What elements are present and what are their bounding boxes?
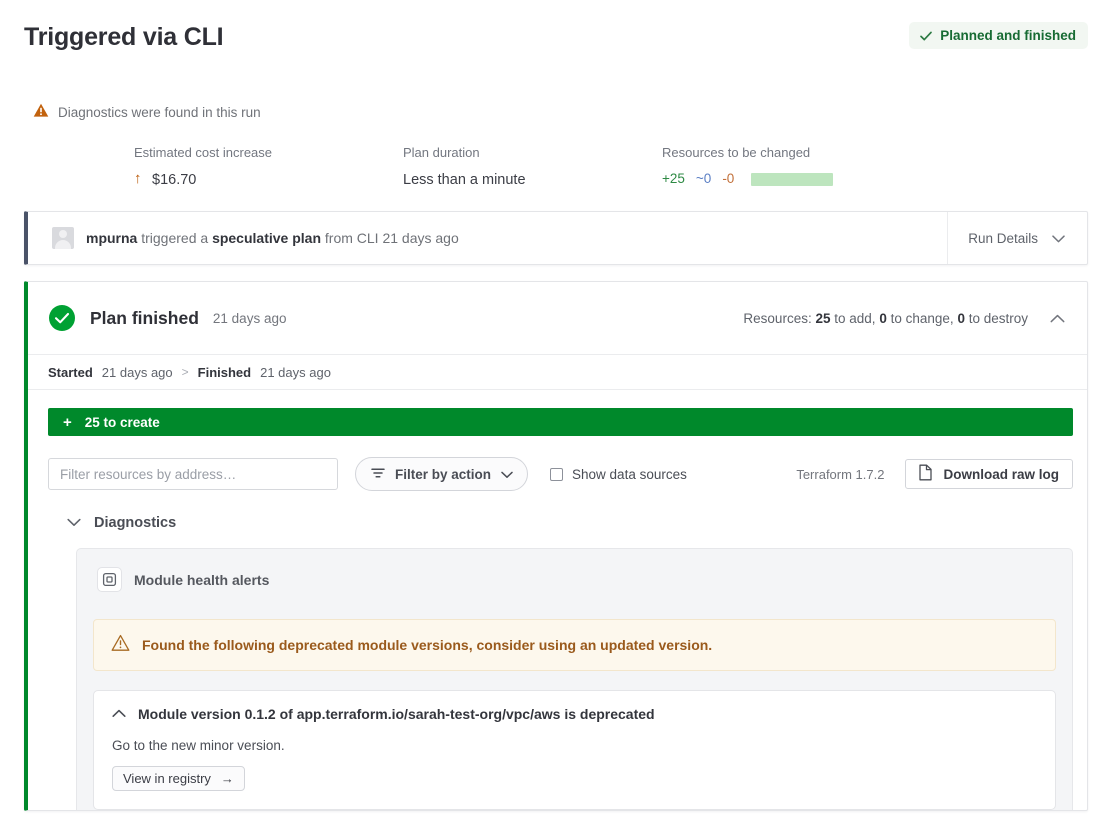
status-badge-label: Planned and finished: [940, 28, 1076, 43]
deprecation-warning-banner: Found the following deprecated module ve…: [93, 619, 1056, 671]
terraform-version-label: Terraform 1.7.2: [796, 467, 884, 482]
chevron-down-icon: [67, 514, 81, 532]
avatar: [52, 227, 74, 249]
diagnostics-panel: Module health alerts Found the following…: [76, 548, 1073, 811]
filter-by-action-label: Filter by action: [395, 467, 491, 482]
run-details-toggle[interactable]: Run Details: [947, 212, 1087, 264]
trigger-verb: triggered a: [141, 230, 208, 246]
metric-value: Less than a minute: [403, 168, 526, 192]
plan-destroy-suffix: to destroy: [969, 311, 1028, 326]
warning-triangle-icon: [33, 103, 49, 121]
deprecation-description: Go to the new minor version.: [112, 738, 1037, 753]
download-raw-log-label: Download raw log: [943, 467, 1059, 482]
run-page: Triggered via CLI Planned and finished D…: [0, 0, 1112, 826]
metric-label: Plan duration: [403, 144, 526, 161]
arrow-up-icon: ↑: [134, 171, 142, 187]
show-data-sources-label: Show data sources: [572, 467, 687, 482]
plan-destroy-count: 0: [957, 311, 965, 326]
deprecation-detail-card: Module version 0.1.2 of app.terraform.io…: [93, 690, 1056, 810]
resources-destroy-count: -0: [722, 168, 734, 190]
download-raw-log-button[interactable]: Download raw log: [905, 459, 1073, 489]
plan-change-count: 0: [879, 311, 887, 326]
trigger-description: mpurna triggered a speculative plan from…: [86, 230, 459, 246]
module-health-alerts-header: Module health alerts: [93, 565, 1056, 592]
metric-value-wrap: ↑ $16.70: [134, 168, 272, 192]
diagnostics-collapse-toggle[interactable]: Diagnostics: [28, 514, 1087, 532]
metric-label: Estimated cost increase: [134, 144, 272, 161]
metric-resources-changed: Resources to be changed +25 ~0 -0: [662, 144, 833, 190]
diagnostics-section-label: Diagnostics: [94, 515, 176, 531]
chevron-up-icon: [112, 705, 126, 723]
warning-triangle-outline-icon: [111, 634, 130, 657]
diagnostics-section: Diagnostics Module health alerts Found t…: [28, 514, 1087, 811]
timeline-separator: >: [182, 365, 189, 379]
deprecation-collapse-toggle[interactable]: Module version 0.1.2 of app.terraform.io…: [112, 705, 1037, 723]
plan-title: Plan finished: [90, 308, 199, 329]
started-label: Started: [48, 365, 93, 380]
trigger-plan-type: speculative plan: [212, 230, 321, 246]
plan-change-suffix: to change,: [891, 311, 954, 326]
module-health-alerts-label: Module health alerts: [134, 572, 269, 588]
module-icon: [97, 567, 122, 592]
metric-plan-duration: Plan duration Less than a minute: [403, 144, 526, 192]
trigger-card: mpurna triggered a speculative plan from…: [24, 211, 1088, 265]
chevron-down-icon: [1052, 231, 1065, 246]
create-summary-bar: + 25 to create: [48, 408, 1073, 436]
diagnostics-notice-label: Diagnostics were found in this run: [58, 105, 261, 120]
diagnostics-notice: Diagnostics were found in this run: [33, 103, 261, 121]
trigger-source: from CLI 21 days ago: [325, 230, 459, 246]
run-details-label: Run Details: [968, 231, 1038, 246]
started-time: 21 days ago: [102, 365, 173, 380]
plan-collapse-toggle[interactable]: [1050, 314, 1065, 323]
resources-bar: [751, 173, 833, 186]
finished-time: 21 days ago: [260, 365, 331, 380]
search-input[interactable]: [48, 458, 338, 490]
trigger-user: mpurna: [86, 230, 137, 246]
plan-add-count: 25: [815, 311, 830, 326]
show-data-sources-toggle[interactable]: Show data sources: [550, 467, 687, 482]
create-summary-label: 25 to create: [85, 415, 160, 430]
finished-label: Finished: [198, 365, 251, 380]
plus-icon: +: [63, 414, 72, 431]
resources-change-count: ~0: [696, 168, 711, 190]
checkbox-icon[interactable]: [550, 468, 563, 481]
plan-header: Plan finished 21 days ago Resources: 25 …: [28, 282, 1087, 354]
filter-by-action-button[interactable]: Filter by action: [355, 457, 528, 491]
resources-add-count: +25: [662, 168, 685, 190]
metric-value: $16.70: [152, 168, 196, 192]
resource-counts: +25 ~0 -0: [662, 168, 833, 190]
metric-label: Resources to be changed: [662, 144, 833, 161]
plan-resources-summary: Resources: 25 to add, 0 to change, 0 to …: [743, 311, 1065, 326]
check-icon: [919, 29, 933, 43]
plan-resources-text: Resources: 25 to add, 0 to change, 0 to …: [743, 311, 1028, 326]
file-icon: [918, 464, 933, 484]
deprecation-title: Module version 0.1.2 of app.terraform.io…: [138, 706, 655, 722]
view-in-registry-button[interactable]: View in registry →: [112, 766, 245, 791]
status-badge: Planned and finished: [909, 22, 1088, 49]
metrics-row: Estimated cost increase ↑ $16.70 Plan du…: [0, 144, 1112, 194]
deprecation-warning-text: Found the following deprecated module ve…: [142, 637, 712, 653]
arrow-right-icon: →: [221, 771, 234, 786]
plan-add-suffix: to add,: [834, 311, 875, 326]
resources-prefix: Resources:: [743, 311, 811, 326]
chevron-down-icon: [501, 467, 513, 482]
page-header: Triggered via CLI Planned and finished: [24, 18, 1088, 58]
view-in-registry-label: View in registry: [123, 771, 211, 786]
filter-icon: [371, 467, 385, 482]
plan-card: Plan finished 21 days ago Resources: 25 …: [24, 281, 1088, 811]
plan-timeline-row: Started 21 days ago > Finished 21 days a…: [28, 354, 1087, 390]
success-check-icon: [49, 305, 75, 331]
filter-toolbar: Filter by action Show data sources Terra…: [28, 458, 1087, 490]
plan-timestamp: 21 days ago: [213, 311, 287, 326]
metric-estimated-cost: Estimated cost increase ↑ $16.70: [134, 144, 272, 192]
